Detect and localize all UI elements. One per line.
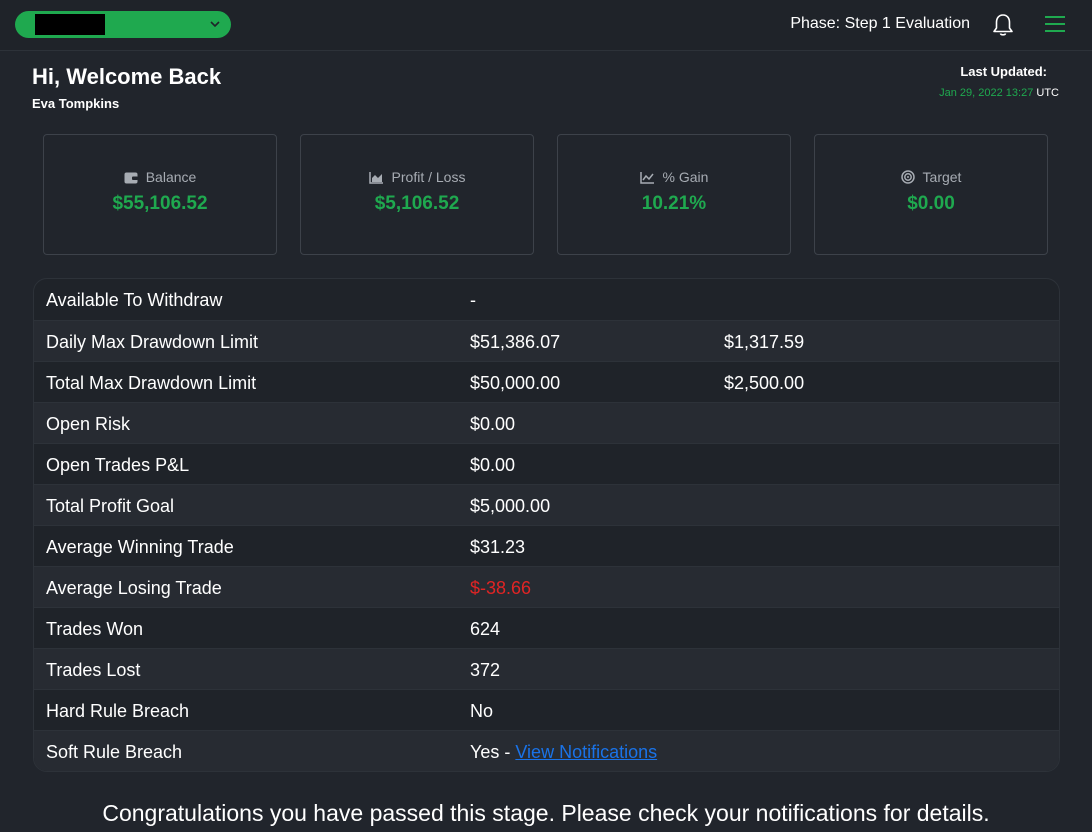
view-notifications-link[interactable]: View Notifications [515, 742, 657, 762]
welcome-title: Hi, Welcome Back [32, 64, 222, 89]
row-value: $0.00 [470, 414, 516, 434]
row-value: $31.23 [470, 537, 526, 557]
last-updated-label: Last Updated: [960, 64, 1047, 79]
table-row: Average Losing Trade $-38.66 [34, 566, 1059, 607]
table-row: Trades Won 624 [34, 607, 1059, 648]
redacted-account-name [35, 14, 105, 35]
wallet-icon [124, 172, 138, 184]
balance-card-header: Balance [44, 169, 276, 185]
gain-value: 10.21% [641, 193, 707, 214]
target-icon [900, 170, 915, 184]
congratulations-message: Congratulations you have passed this sta… [102, 800, 990, 826]
line-chart-icon [639, 172, 654, 184]
row-label: Available To Withdraw [46, 290, 223, 310]
row-label: Average Winning Trade [46, 537, 234, 557]
target-label: Target [922, 169, 962, 185]
balance-card: Balance $55,106.52 [43, 134, 277, 255]
table-row: Trades Lost 372 [34, 648, 1059, 689]
row-label: Trades Won [46, 619, 144, 639]
row-label: Daily Max Drawdown Limit [46, 332, 259, 352]
row-value: - [470, 290, 476, 310]
balance-value: $55,106.52 [112, 193, 208, 214]
table-row: Available To Withdraw - [34, 279, 1059, 320]
table-row: Open Risk $0.00 [34, 402, 1059, 443]
row-label: Open Trades P&L [46, 455, 190, 475]
target-card-header: Target [815, 169, 1047, 185]
profit-loss-label: Profit / Loss [391, 169, 466, 185]
hamburger-menu-icon[interactable] [1043, 13, 1067, 35]
gain-label: % Gain [662, 169, 709, 185]
row-label: Soft Rule Breach [46, 742, 183, 762]
gain-card-header: % Gain [558, 169, 790, 185]
row-label: Trades Lost [46, 660, 141, 680]
chevron-down-icon [210, 21, 220, 28]
row-value: Yes - View Notifications [470, 742, 657, 763]
row-label: Average Losing Trade [46, 578, 222, 598]
row-value: 624 [470, 619, 501, 639]
row-value: $51,386.07 [470, 332, 561, 352]
soft-breach-value: Yes - [470, 742, 516, 762]
phase-label: Phase: Step 1 Evaluation [790, 15, 970, 32]
last-updated-value: Jan 29, 2022 13:27 UTC [939, 87, 1059, 99]
user-name: Eva Tompkins [32, 96, 120, 111]
area-chart-icon [368, 172, 383, 184]
stats-table: Available To Withdraw - Daily Max Drawdo… [33, 278, 1060, 772]
profit-loss-card: Profit / Loss $5,106.52 [300, 134, 534, 255]
table-row: Open Trades P&L $0.00 [34, 443, 1059, 484]
top-bar: Phase: Step 1 Evaluation [0, 0, 1092, 51]
row-value: 372 [470, 660, 501, 680]
target-value: $0.00 [907, 193, 955, 214]
row-value-negative: $-38.66 [470, 578, 532, 598]
row-extra-value: $1,317.59 [724, 332, 805, 352]
row-value: $5,000.00 [470, 496, 551, 516]
target-card: Target $0.00 [814, 134, 1048, 255]
balance-label: Balance [145, 169, 197, 185]
row-label: Hard Rule Breach [46, 701, 190, 721]
table-row: Soft Rule Breach Yes - View Notification… [34, 730, 1059, 771]
account-select[interactable] [15, 11, 231, 38]
row-extra-value: $2,500.00 [724, 373, 805, 393]
bell-icon[interactable] [990, 12, 1016, 38]
last-updated-datetime: Jan 29, 2022 13:27 [939, 87, 1034, 99]
profit-loss-value: $5,106.52 [374, 193, 460, 214]
last-updated-timezone: UTC [1036, 87, 1059, 99]
table-row: Total Profit Goal $5,000.00 [34, 484, 1059, 525]
table-row: Daily Max Drawdown Limit $51,386.07 $1,3… [34, 320, 1059, 361]
profit-loss-card-header: Profit / Loss [301, 169, 533, 185]
row-label: Open Risk [46, 414, 131, 434]
table-row: Total Max Drawdown Limit $50,000.00 $2,5… [34, 361, 1059, 402]
row-value: $0.00 [470, 455, 516, 475]
table-row: Hard Rule Breach No [34, 689, 1059, 730]
table-row: Average Winning Trade $31.23 [34, 525, 1059, 566]
row-value: $50,000.00 [470, 373, 561, 393]
row-label: Total Profit Goal [46, 496, 175, 516]
gain-card: % Gain 10.21% [557, 134, 791, 255]
row-value: No [470, 701, 494, 721]
row-label: Total Max Drawdown Limit [46, 373, 257, 393]
